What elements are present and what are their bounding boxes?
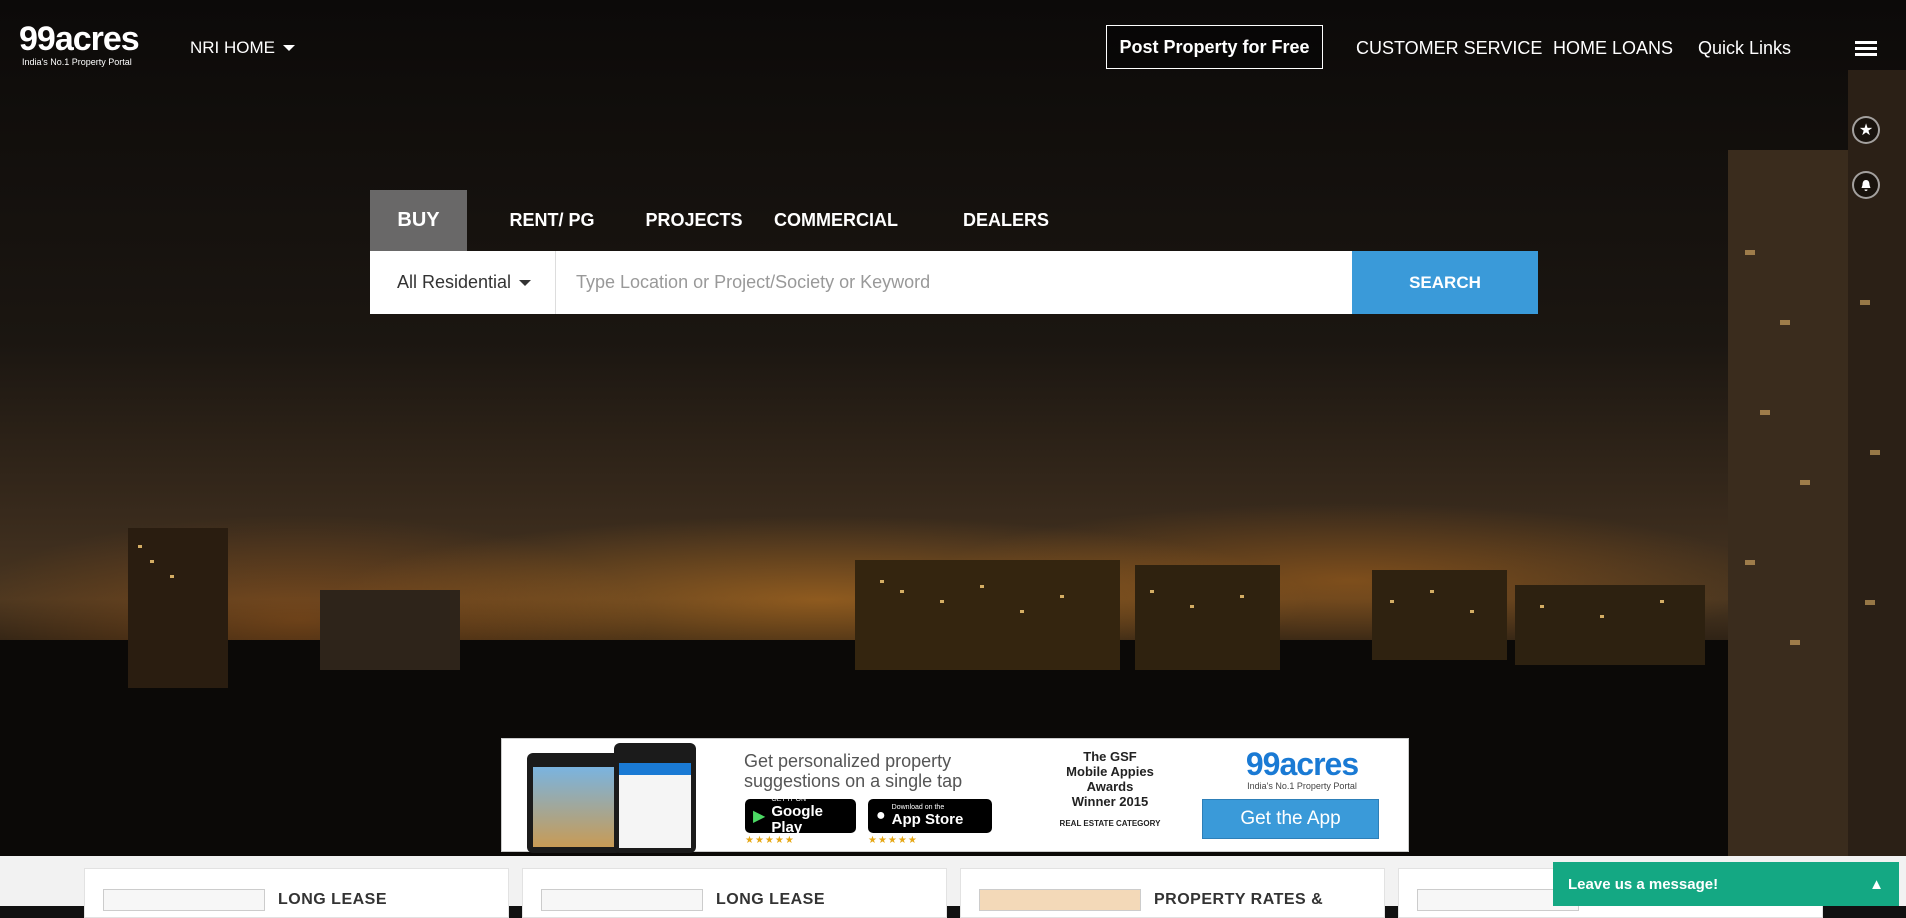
app-store-badge[interactable]: ● Download on the App Store xyxy=(868,799,992,833)
content-card[interactable]: LONG LEASE xyxy=(522,868,947,918)
star-icon[interactable]: ★ xyxy=(1852,116,1880,144)
property-type-select[interactable]: All Residential xyxy=(370,251,556,314)
tab-dealers[interactable]: DEALERS xyxy=(921,190,1091,251)
banner-logo-text: 99acres xyxy=(1245,746,1359,782)
banner-tagline: Get personalized property suggestions on… xyxy=(744,751,962,791)
tab-commercial[interactable]: COMMERCIAL xyxy=(751,190,921,251)
search-tabs: BUY RENT/ PG PROJECTS COMMERCIAL DEALERS xyxy=(370,190,1091,251)
award-badge: The GSF Mobile Appies Awards Winner 2015… xyxy=(1050,749,1170,828)
hero-background xyxy=(0,0,1906,856)
chat-widget-button[interactable]: Leave us a message! ▲ xyxy=(1553,862,1899,906)
app-promo-banner[interactable]: Get personalized property suggestions on… xyxy=(501,738,1409,853)
search-bar: All Residential SEARCH xyxy=(370,251,1538,314)
chevron-up-icon: ▲ xyxy=(1869,875,1884,893)
banner-logo-tagline: India's No.1 Property Portal xyxy=(1247,781,1357,791)
content-card[interactable]: LONG LEASE xyxy=(84,868,509,918)
chat-label: Leave us a message! xyxy=(1568,875,1719,893)
card-title: LONG LEASE xyxy=(716,891,826,908)
city-skyline xyxy=(0,70,1906,856)
card-thumbnail xyxy=(103,889,265,911)
tab-buy[interactable]: BUY xyxy=(370,190,467,251)
banner-line-2: suggestions on a single tap xyxy=(744,771,963,791)
award-line-4: Winner 2015 xyxy=(1071,794,1149,809)
caret-down-icon xyxy=(519,279,532,286)
get-app-button[interactable]: Get the App xyxy=(1202,799,1379,839)
content-card[interactable]: PROPERTY RATES & xyxy=(960,868,1385,918)
app-store-text: App Store xyxy=(891,811,964,828)
rating-stars: ★★★★★ xyxy=(868,835,918,846)
banner-line-1: Get personalized property xyxy=(744,751,952,771)
award-line-1: The GSF xyxy=(1083,749,1137,764)
card-title: LONG LEASE xyxy=(278,891,388,908)
google-play-badge[interactable]: ▶ GET IT ON Google Play xyxy=(745,796,856,836)
chevron-down-icon xyxy=(283,45,295,51)
award-category: REAL ESTATE CATEGORY xyxy=(1059,819,1161,828)
customer-service-link[interactable]: CUSTOMER SERVICE xyxy=(1356,38,1542,59)
tab-rent-pg[interactable]: RENT/ PG xyxy=(467,190,637,251)
award-line-3: Awards xyxy=(1086,779,1134,794)
award-line-2: Mobile Appies xyxy=(1066,764,1154,779)
card-title: PROPERTY RATES & xyxy=(1154,891,1324,908)
google-play-text: Google Play xyxy=(771,803,823,836)
menu-icon[interactable] xyxy=(1855,41,1877,57)
site-logo[interactable]: 99acres India's No.1 Property Portal xyxy=(19,20,140,67)
card-thumbnail xyxy=(541,889,703,911)
apple-icon: ● xyxy=(876,807,886,824)
logo-text: 99acres xyxy=(19,20,140,58)
property-type-value: All Residential xyxy=(397,272,512,292)
phone-image xyxy=(527,753,622,853)
phone-image xyxy=(614,743,696,853)
rating-stars: ★★★★★ xyxy=(745,835,795,846)
quick-links-link[interactable]: Quick Links xyxy=(1698,38,1791,59)
nri-home-label: NRI HOME xyxy=(190,38,275,57)
home-loans-link[interactable]: HOME LOANS xyxy=(1553,38,1673,59)
card-thumbnail xyxy=(979,889,1141,911)
search-button[interactable]: SEARCH xyxy=(1352,251,1538,314)
nri-home-dropdown[interactable]: NRI HOME xyxy=(190,38,295,58)
logo-tagline: India's No.1 Property Portal xyxy=(22,57,132,67)
bell-icon[interactable] xyxy=(1852,171,1880,199)
play-icon: ▶ xyxy=(753,808,766,825)
search-input[interactable] xyxy=(556,251,1352,314)
banner-logo: 99acres India's No.1 Property Portal xyxy=(1227,747,1377,791)
tab-projects[interactable]: PROJECTS xyxy=(637,190,751,251)
post-property-button[interactable]: Post Property for Free xyxy=(1106,25,1323,69)
